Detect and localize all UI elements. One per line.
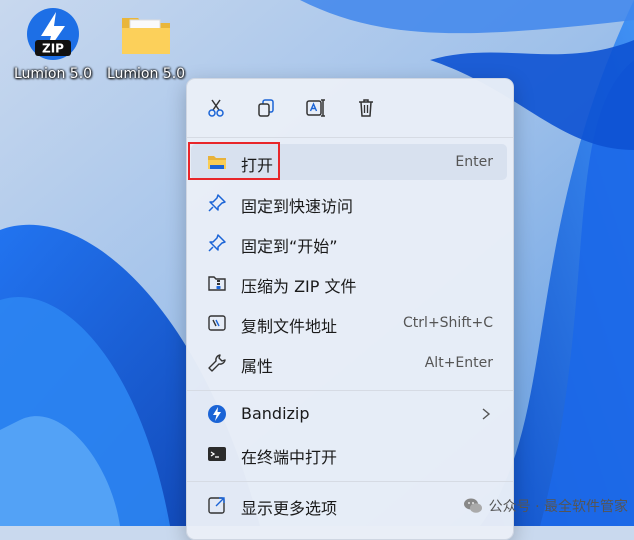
pin-icon — [208, 234, 226, 252]
menu-item-label: 在终端中打开 — [241, 448, 338, 467]
menu-item-label: 固定到快速访问 — [241, 197, 354, 216]
menu-item-label: 显示更多选项 — [241, 499, 338, 518]
wrench-icon — [208, 354, 226, 372]
menu-item-label: 压缩为 ZIP 文件 — [241, 277, 357, 296]
zip-compress-icon — [208, 276, 226, 291]
pin-icon — [208, 194, 226, 212]
menu-item-pin-start[interactable]: 固定到“开始” — [191, 225, 507, 261]
watermark-text: 公众号 · 最全软件管家 — [488, 499, 628, 515]
menu-item-label: 复制文件地址 — [241, 317, 338, 336]
menu-separator — [187, 481, 513, 482]
desktop-icon-zip[interactable]: ZIP Lumion 5.0 — [8, 6, 98, 82]
delete-button[interactable] — [351, 93, 381, 123]
menu-item-shortcut: Enter — [455, 154, 493, 170]
zip-archive-icon: ZIP — [25, 6, 81, 62]
terminal-icon — [208, 447, 226, 461]
menu-item-label: Bandizip — [241, 404, 310, 423]
rename-icon — [306, 99, 325, 117]
menu-item-compress-zip[interactable]: 压缩为 ZIP 文件 — [191, 265, 507, 301]
watermark: 公众号 · 最全软件管家 — [463, 496, 628, 516]
folder-icon — [118, 6, 174, 62]
context-menu-toolbar — [187, 79, 513, 137]
menu-separator — [187, 137, 513, 138]
copy-path-icon — [208, 315, 226, 331]
annotation-highlight-box — [188, 142, 280, 180]
menu-item-bandizip[interactable]: Bandizip — [191, 396, 507, 432]
desktop-icon-label: Lumion 5.0 — [106, 66, 186, 82]
menu-item-label: 固定到“开始” — [241, 237, 338, 256]
menu-item-properties[interactable]: 属性 Alt+Enter — [191, 345, 507, 381]
bandizip-icon — [208, 405, 226, 423]
desktop-icon-folder[interactable]: Lumion 5.0 — [101, 6, 191, 82]
cut-button[interactable] — [201, 93, 231, 123]
menu-item-open-terminal[interactable]: 在终端中打开 — [191, 436, 507, 472]
menu-item-copy-path[interactable]: 复制文件地址 Ctrl+Shift+C — [191, 305, 507, 341]
wechat-icon — [463, 498, 482, 513]
menu-item-show-more-options[interactable]: 显示更多选项 — [191, 487, 507, 523]
more-options-icon — [208, 497, 225, 514]
delete-icon — [359, 99, 373, 117]
menu-item-shortcut: Ctrl+Shift+C — [403, 315, 493, 331]
chevron-right-icon — [482, 408, 491, 420]
copy-icon — [258, 99, 274, 117]
copy-button[interactable] — [251, 93, 281, 123]
menu-separator — [187, 390, 513, 391]
desktop-icon-label: Lumion 5.0 — [13, 66, 93, 82]
menu-item-label: 属性 — [241, 357, 274, 376]
rename-button[interactable] — [301, 93, 331, 123]
menu-item-shortcut: Alt+Enter — [424, 355, 493, 371]
zip-badge-text: ZIP — [42, 42, 64, 56]
menu-item-pin-quick-access[interactable]: 固定到快速访问 — [191, 185, 507, 221]
cut-icon — [208, 99, 224, 117]
